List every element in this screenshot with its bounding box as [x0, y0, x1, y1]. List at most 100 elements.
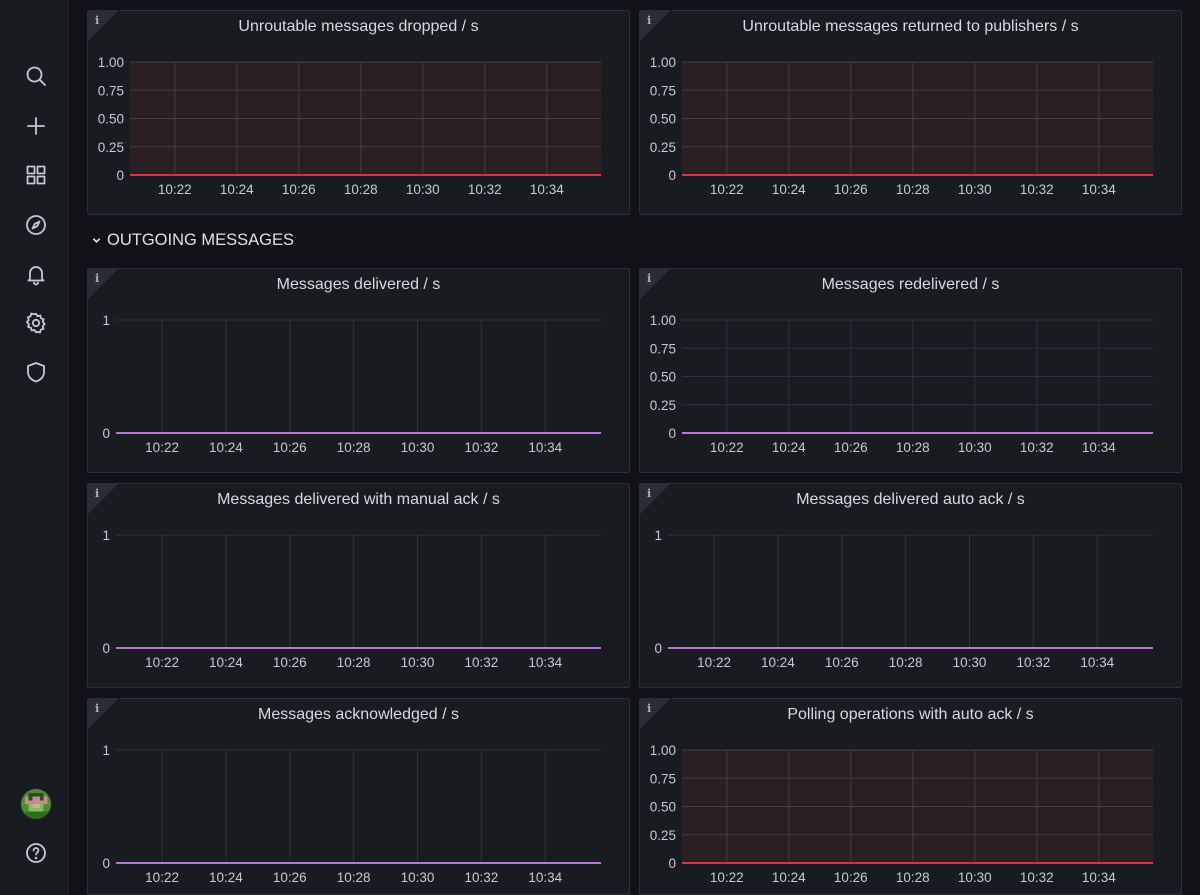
x-tick-label: 10:22	[710, 440, 744, 455]
y-tick-label: 0	[668, 168, 676, 183]
x-tick-label: 10:32	[468, 182, 502, 197]
x-tick-label: 10:34	[1082, 440, 1116, 455]
y-tick-label: 0.50	[650, 800, 676, 815]
y-tick-label: 0	[668, 426, 676, 441]
x-tick-label: 10:34	[528, 870, 562, 885]
y-tick-label: 0.25	[98, 140, 124, 155]
x-tick-label: 10:30	[953, 655, 987, 670]
y-tick-label: 1.00	[98, 55, 124, 70]
x-tick-label: 10:22	[710, 182, 744, 197]
graph-area: 1 0 10:22 10:24 10:26 10:28 10:30 10:32 10:34	[102, 313, 601, 455]
x-tick-label: 10:28	[337, 655, 371, 670]
x-tick-label: 10:24	[761, 655, 795, 670]
y-tick-label: 0.75	[650, 341, 676, 356]
x-tick-label: 10:26	[282, 182, 316, 197]
y-tick-label: 0.50	[650, 370, 676, 385]
x-tick-label: 10:26	[825, 655, 859, 670]
x-tick-label: 10:32	[1016, 655, 1050, 670]
x-tick-label: 10:34	[1082, 182, 1116, 197]
x-tick-label: 10:28	[896, 870, 930, 885]
x-tick-label: 10:28	[896, 440, 930, 455]
x-tick-label: 10:22	[145, 440, 179, 455]
x-tick-label: 10:24	[772, 182, 806, 197]
x-tick-label: 10:26	[273, 870, 307, 885]
x-tick-label: 10:24	[220, 182, 254, 197]
panel-unroutable-returned: i Unroutable messages returned to publish…	[639, 10, 1182, 215]
x-tick-label: 10:30	[958, 870, 992, 885]
graph-area: 1.00 0.75 0.50 0.25 0 10:22 10:24 10:26 10:28 10:…	[650, 55, 1153, 197]
x-tick-label: 10:34	[528, 440, 562, 455]
panel-messages-delivered: i Messages delivered / s 1 0 10:22 10:24 10:26…	[87, 268, 630, 473]
y-tick-label: 1.00	[650, 743, 676, 758]
x-tick-label: 10:30	[958, 440, 992, 455]
y-tick-label: 1.00	[650, 55, 676, 70]
plus-icon[interactable]	[22, 112, 50, 140]
y-tick-label: 0.25	[650, 398, 676, 413]
x-tick-label: 10:28	[337, 440, 371, 455]
x-tick-label: 10:26	[834, 182, 868, 197]
x-tick-label: 10:22	[710, 870, 744, 885]
panel-unroutable-dropped: i Unroutable messages dropped / s 1.00 0.75…	[87, 10, 630, 215]
x-tick-label: 10:24	[209, 655, 243, 670]
help-icon[interactable]	[22, 839, 50, 867]
x-tick-label: 10:34	[1082, 870, 1116, 885]
graph-area: 1.00 0.75 0.50 0.25 0 10:22 10:24 10:26 10:28 10:…	[650, 313, 1153, 455]
x-tick-label: 10:26	[834, 870, 868, 885]
x-tick-label: 10:26	[273, 655, 307, 670]
sidebar	[0, 0, 69, 895]
x-tick-label: 10:28	[889, 655, 923, 670]
row-header-outgoing-messages[interactable]: OUTGOING MESSAGES	[92, 231, 294, 250]
y-tick-label: 0.75	[650, 83, 676, 98]
y-tick-label: 1	[102, 313, 110, 328]
y-tick-label: 0.75	[650, 771, 676, 786]
y-tick-label: 0.50	[650, 112, 676, 127]
x-tick-label: 10:26	[834, 440, 868, 455]
y-tick-label: 1.00	[650, 313, 676, 328]
y-tick-label: 0.75	[98, 83, 124, 98]
settings-icon[interactable]	[22, 309, 50, 337]
x-tick-label: 10:22	[145, 870, 179, 885]
x-tick-label: 10:32	[1020, 182, 1054, 197]
panel-delivered-auto-ack: i Messages delivered auto ack / s 1 0 10:22 1…	[639, 483, 1182, 688]
panel-polling-auto-ack: i Polling operations with auto ack / s 1.0…	[639, 698, 1182, 895]
x-tick-label: 10:32	[464, 870, 498, 885]
x-tick-label: 10:34	[1080, 655, 1114, 670]
x-tick-label: 10:30	[406, 182, 440, 197]
y-tick-label: 1	[654, 528, 662, 543]
avatar[interactable]	[21, 789, 51, 819]
y-tick-label: 0	[102, 426, 110, 441]
x-tick-label: 10:24	[772, 870, 806, 885]
y-tick-label: 0	[102, 856, 110, 871]
y-tick-label: 0.25	[650, 140, 676, 155]
graph-area: 1 0 10:22 10:24 10:26 10:28 10:30 10:32 10:34	[654, 528, 1153, 670]
x-tick-label: 10:30	[401, 655, 435, 670]
y-tick-label: 0.50	[98, 112, 124, 127]
x-tick-label: 10:24	[209, 440, 243, 455]
x-tick-label: 10:24	[209, 870, 243, 885]
x-tick-label: 10:30	[958, 182, 992, 197]
y-tick-label: 0	[116, 168, 124, 183]
search-icon[interactable]	[22, 62, 50, 90]
x-tick-label: 10:28	[337, 870, 371, 885]
x-tick-label: 10:26	[273, 440, 307, 455]
x-tick-label: 10:28	[896, 182, 930, 197]
row-header-label: OUTGOING MESSAGES	[107, 231, 295, 249]
x-tick-label: 10:34	[530, 182, 564, 197]
y-tick-label: 1	[102, 528, 110, 543]
explore-icon[interactable]	[22, 211, 50, 239]
x-tick-label: 10:32	[1020, 440, 1054, 455]
y-tick-label: 0	[102, 641, 110, 656]
alerting-icon[interactable]	[22, 260, 50, 288]
x-tick-label: 10:32	[464, 440, 498, 455]
x-tick-label: 10:24	[772, 440, 806, 455]
x-tick-label: 10:22	[697, 655, 731, 670]
shield-icon[interactable]	[22, 358, 50, 386]
x-tick-label: 10:30	[401, 440, 435, 455]
graph-area: 1 0 10:22 10:24 10:26 10:28 10:30 10:32 10:34	[102, 743, 601, 885]
x-tick-label: 10:22	[145, 655, 179, 670]
dashboards-icon[interactable]	[22, 161, 50, 189]
panel-messages-redelivered: i Messages redelivered / s 1.00 0.75 0.50 0.2…	[639, 268, 1182, 473]
x-tick-label: 10:30	[401, 870, 435, 885]
graph-area: 1.00 0.75 0.50 0.25 0 10:22 10:24 10:26 10:28 10:…	[650, 743, 1153, 885]
x-tick-label: 10:22	[158, 182, 192, 197]
